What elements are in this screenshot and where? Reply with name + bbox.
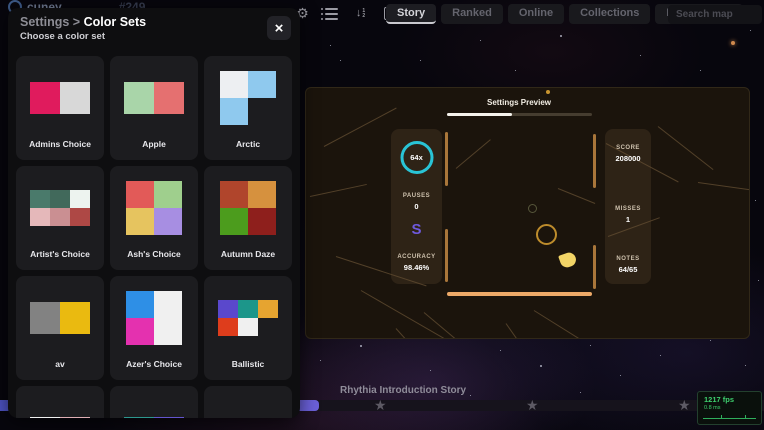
breadcrumb-separator: > xyxy=(73,15,80,29)
tab-story[interactable]: Story xyxy=(386,4,436,24)
map-star-icon: ★ xyxy=(374,397,387,414)
color-swatch xyxy=(124,82,184,114)
map-star-icon: ★ xyxy=(526,397,539,414)
pauses-value: 0 xyxy=(391,202,442,211)
combo-value: 64x xyxy=(410,153,423,162)
field-border-right-bottom xyxy=(593,245,596,289)
fps-value: 1217 fps xyxy=(704,395,755,404)
settings-preview-panel: Settings Preview 64x PAUSES 0 S ACCURACY… xyxy=(305,87,750,339)
list-icon[interactable] xyxy=(323,5,340,22)
color-set-tile[interactable]: Azer's Choice xyxy=(110,276,198,380)
color-swatch xyxy=(218,300,278,336)
sort-icon-glyph: ↓12 xyxy=(356,8,365,19)
accuracy-label: ACCURACY xyxy=(391,254,442,260)
field-border-left-top xyxy=(445,132,448,186)
color-set-name: Autumn Daze xyxy=(221,249,275,259)
orange-star-dot xyxy=(731,41,735,45)
color-swatch xyxy=(30,302,90,334)
search-input[interactable] xyxy=(668,5,762,24)
misses-label: MISSES xyxy=(605,206,651,212)
field-border-bottom xyxy=(447,292,592,296)
field-border-left-bottom xyxy=(445,229,448,282)
toolbar-icons: ⚙ ↓12 + xyxy=(294,5,398,22)
color-set-tile[interactable]: Autumn Daze xyxy=(204,166,292,270)
preview-progress-fill xyxy=(447,113,512,116)
color-set-tile[interactable] xyxy=(16,386,104,418)
color-set-name: Arctic xyxy=(236,139,260,149)
color-swatch xyxy=(30,190,90,226)
color-swatch xyxy=(30,417,90,419)
note xyxy=(558,251,578,270)
breadcrumb-settings[interactable]: Settings xyxy=(20,15,69,29)
song-title: Rhythia Introduction Story xyxy=(340,385,466,396)
accuracy-value: 98.46% xyxy=(391,263,442,272)
misses-value: 1 xyxy=(605,215,651,224)
tab-collections[interactable]: Collections xyxy=(569,4,650,24)
grade-letter: S xyxy=(391,221,442,238)
color-swatch xyxy=(126,181,182,235)
color-panel-header: Settings > Color Sets Choose a color set… xyxy=(8,8,300,46)
color-swatch xyxy=(126,291,182,345)
fps-panel: 1217 fps 0.8 ms xyxy=(697,391,762,425)
list-icon-glyph xyxy=(325,8,338,20)
color-set-name: Admins Choice xyxy=(29,139,91,149)
pauses-label: PAUSES xyxy=(391,193,442,199)
right-stats-panel: SCORE 208000 MISSES 1 NOTES 64/65 xyxy=(605,129,651,284)
frame-time-value: 0.8 ms xyxy=(704,405,755,411)
color-set-name: Artist's Choice xyxy=(30,249,90,259)
color-set-tile[interactable]: Ballistic xyxy=(204,276,292,380)
color-set-grid: Admins Choice Apple Arctic Artist's Choice A… xyxy=(12,52,296,418)
tab-online[interactable]: Online xyxy=(508,4,564,24)
color-set-tile[interactable]: Admins Choice xyxy=(16,56,104,160)
color-swatch xyxy=(220,181,276,235)
sort-numeric-icon[interactable]: ↓12 xyxy=(352,5,369,22)
preview-progress-bar xyxy=(447,113,592,116)
field-border-right-top xyxy=(593,134,596,188)
approach-circle xyxy=(528,204,537,213)
color-set-name: Apple xyxy=(142,139,166,149)
breadcrumb-color-sets: Color Sets xyxy=(84,15,147,29)
color-set-tile[interactable]: av xyxy=(16,276,104,380)
color-set-tile[interactable]: Arctic xyxy=(204,56,292,160)
tab-ranked[interactable]: Ranked xyxy=(441,4,503,24)
color-swatch xyxy=(124,417,184,419)
timeline-marker-dot xyxy=(546,90,550,94)
left-stats-panel: 64x PAUSES 0 S ACCURACY 98.46% xyxy=(391,129,442,284)
map-star-icon: ★ xyxy=(678,397,691,414)
breadcrumb: Settings > Color Sets xyxy=(20,15,288,29)
color-swatch xyxy=(30,82,90,114)
panel-subtitle: Choose a color set xyxy=(20,31,288,42)
color-set-tile[interactable]: Artist's Choice xyxy=(16,166,104,270)
preview-title: Settings Preview xyxy=(306,98,732,107)
color-set-name: Ash's Choice xyxy=(127,249,181,259)
notes-value: 64/65 xyxy=(605,265,651,274)
cursor-ring xyxy=(536,224,557,245)
color-set-tile[interactable] xyxy=(204,386,292,418)
search-box xyxy=(668,4,762,24)
score-label: SCORE xyxy=(605,145,651,151)
score-value: 208000 xyxy=(605,154,651,163)
notes-label: NOTES xyxy=(605,256,651,262)
color-set-tile[interactable] xyxy=(110,386,198,418)
color-set-name: Azer's Choice xyxy=(126,359,182,369)
color-sets-panel: Settings > Color Sets Choose a color set… xyxy=(8,8,300,418)
close-button[interactable]: × xyxy=(267,16,291,40)
color-swatch xyxy=(220,71,276,125)
fps-graph xyxy=(703,414,756,419)
color-set-tile[interactable]: Ash's Choice xyxy=(110,166,198,270)
color-set-tile[interactable]: Apple xyxy=(110,56,198,160)
close-icon: × xyxy=(275,20,284,37)
combo-ring: 64x xyxy=(400,141,433,174)
color-set-name: Ballistic xyxy=(232,359,265,369)
color-set-name: av xyxy=(55,359,64,369)
